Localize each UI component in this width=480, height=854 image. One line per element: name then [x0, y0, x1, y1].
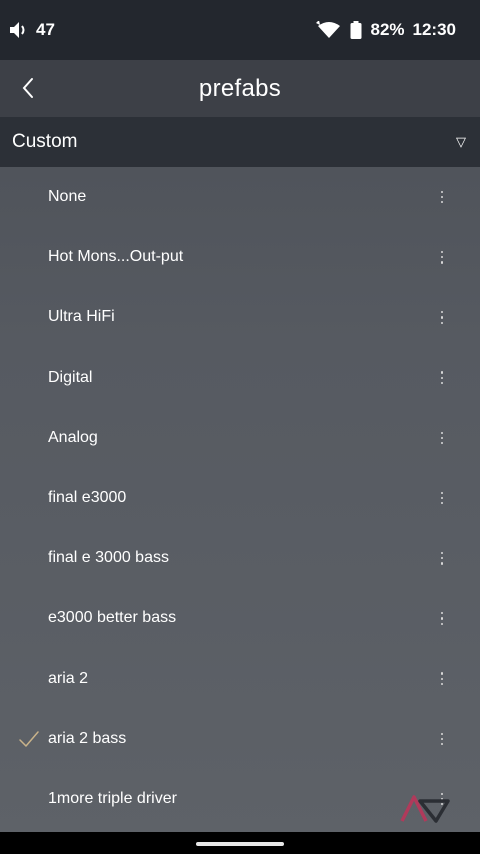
preset-label: Hot Mons...Out-put — [48, 248, 184, 266]
preset-label: None — [48, 188, 87, 206]
more-vertical-icon[interactable] — [434, 727, 450, 751]
android-police-logo-icon — [398, 793, 454, 825]
more-vertical-icon[interactable] — [434, 245, 450, 269]
more-vertical-icon[interactable] — [434, 426, 450, 450]
list-item[interactable]: aria 2 — [0, 649, 480, 709]
check-icon — [18, 728, 40, 750]
list-item[interactable]: Hot Mons...Out-put — [0, 227, 480, 287]
wifi-icon — [316, 21, 342, 39]
list-item[interactable]: Digital — [0, 348, 480, 408]
list-item-selected[interactable]: aria 2 bass — [0, 709, 480, 769]
preset-list: None Hot Mons...Out-put Ultra HiFi Digit… — [0, 167, 480, 829]
more-vertical-icon[interactable] — [434, 486, 450, 510]
preset-label: final e 3000 bass — [48, 549, 169, 567]
list-item[interactable]: Ultra HiFi — [0, 287, 480, 347]
more-vertical-icon[interactable] — [434, 366, 450, 390]
more-vertical-icon[interactable] — [434, 185, 450, 209]
triangle-down-icon: ▽ — [456, 134, 466, 149]
preset-label: e3000 better bass — [48, 609, 177, 627]
chevron-left-icon — [21, 77, 35, 99]
volume-level: 47 — [36, 20, 55, 39]
more-vertical-icon[interactable] — [434, 667, 450, 691]
status-bar: 47 82% 12:30 — [0, 0, 480, 60]
list-item[interactable]: final e 3000 bass — [0, 528, 480, 588]
list-item[interactable]: None — [0, 167, 480, 227]
more-vertical-icon[interactable] — [434, 305, 450, 329]
list-item[interactable]: Analog — [0, 408, 480, 468]
preset-label: Analog — [48, 428, 98, 446]
page-title: prefabs — [198, 74, 282, 102]
app-header: prefabs — [0, 60, 480, 117]
status-left: 47 — [8, 20, 55, 40]
preset-label: aria 2 bass — [48, 729, 127, 747]
battery-icon — [350, 21, 362, 39]
preset-label: Digital — [48, 368, 93, 386]
list-item[interactable]: final e3000 — [0, 468, 480, 528]
more-vertical-icon[interactable] — [434, 606, 450, 630]
list-item[interactable]: e3000 better bass — [0, 588, 480, 648]
home-gesture-handle[interactable] — [196, 842, 284, 846]
back-button[interactable] — [14, 74, 42, 102]
category-dropdown[interactable]: Custom ▽ — [0, 117, 480, 167]
more-vertical-icon[interactable] — [434, 546, 450, 570]
preset-label: final e3000 — [48, 489, 127, 507]
volume-icon — [8, 20, 30, 40]
clock: 12:30 — [412, 20, 456, 39]
status-right: 82% 12:30 — [316, 20, 456, 40]
screen: 47 82% 12:30 prefabs Custom ▽ None Hot M… — [0, 0, 480, 854]
battery-percent: 82% — [370, 20, 405, 39]
dropdown-selected-value: Custom — [12, 131, 78, 152]
navigation-bar — [0, 832, 480, 854]
preset-label: Ultra HiFi — [48, 308, 115, 326]
preset-label: aria 2 — [48, 669, 89, 687]
preset-label: 1more triple driver — [48, 789, 177, 807]
